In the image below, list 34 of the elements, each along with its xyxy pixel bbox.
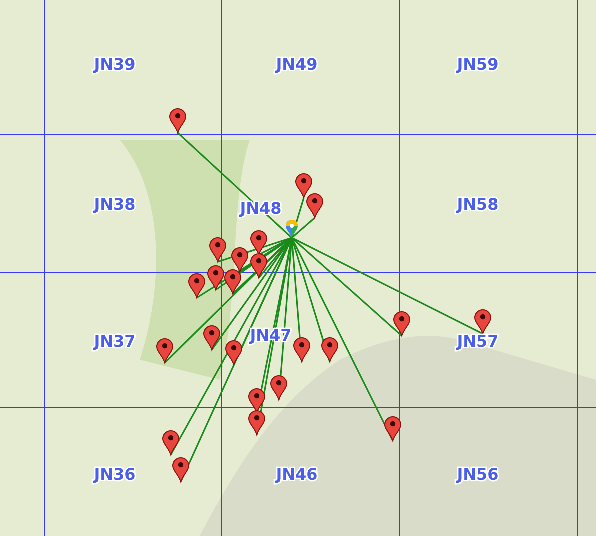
grid-square-label: JN37 <box>94 332 136 351</box>
map-marker-icon[interactable] <box>248 410 266 436</box>
map-marker-icon[interactable] <box>250 230 268 256</box>
map-marker-icon[interactable] <box>394 312 410 336</box>
grid-square-label: JN58 <box>457 195 499 214</box>
map-marker-icon[interactable] <box>226 340 242 366</box>
station-marker-icon[interactable] <box>286 220 298 238</box>
map-marker-icon[interactable] <box>172 458 190 482</box>
map-marker-icon[interactable] <box>296 174 312 198</box>
grid-square-label: JN49 <box>276 55 318 74</box>
grid-square-label: JN46 <box>276 465 318 484</box>
map-marker-icon[interactable] <box>322 338 338 362</box>
grid-square-label: JN57 <box>457 332 499 351</box>
grid-square-label: JN38 <box>94 195 136 214</box>
map-marker-icon[interactable] <box>294 338 310 362</box>
map-marker-icon[interactable] <box>224 270 242 294</box>
grid-square-label: JN36 <box>94 465 136 484</box>
map-marker-icon[interactable] <box>270 376 288 400</box>
map-marker-icon[interactable] <box>188 274 206 298</box>
map-marker-icon[interactable] <box>306 194 324 218</box>
map-marker-icon[interactable] <box>208 266 224 290</box>
grid-square-label: JN56 <box>457 465 499 484</box>
map-marker-icon[interactable] <box>474 310 492 334</box>
map-marker-icon[interactable] <box>384 416 402 442</box>
map-marker-icon[interactable] <box>232 248 248 272</box>
grid-square-label: JN39 <box>94 55 136 74</box>
map-marker-icon[interactable] <box>170 108 186 134</box>
map-marker-icon[interactable] <box>162 430 180 456</box>
map-marker-icon[interactable] <box>204 326 220 350</box>
map-marker-icon[interactable] <box>248 388 266 414</box>
grid-square-label: JN59 <box>457 55 499 74</box>
map-marker-icon[interactable] <box>210 238 226 262</box>
map-marker-icon[interactable] <box>250 254 268 278</box>
map-marker-icon[interactable] <box>156 338 174 364</box>
